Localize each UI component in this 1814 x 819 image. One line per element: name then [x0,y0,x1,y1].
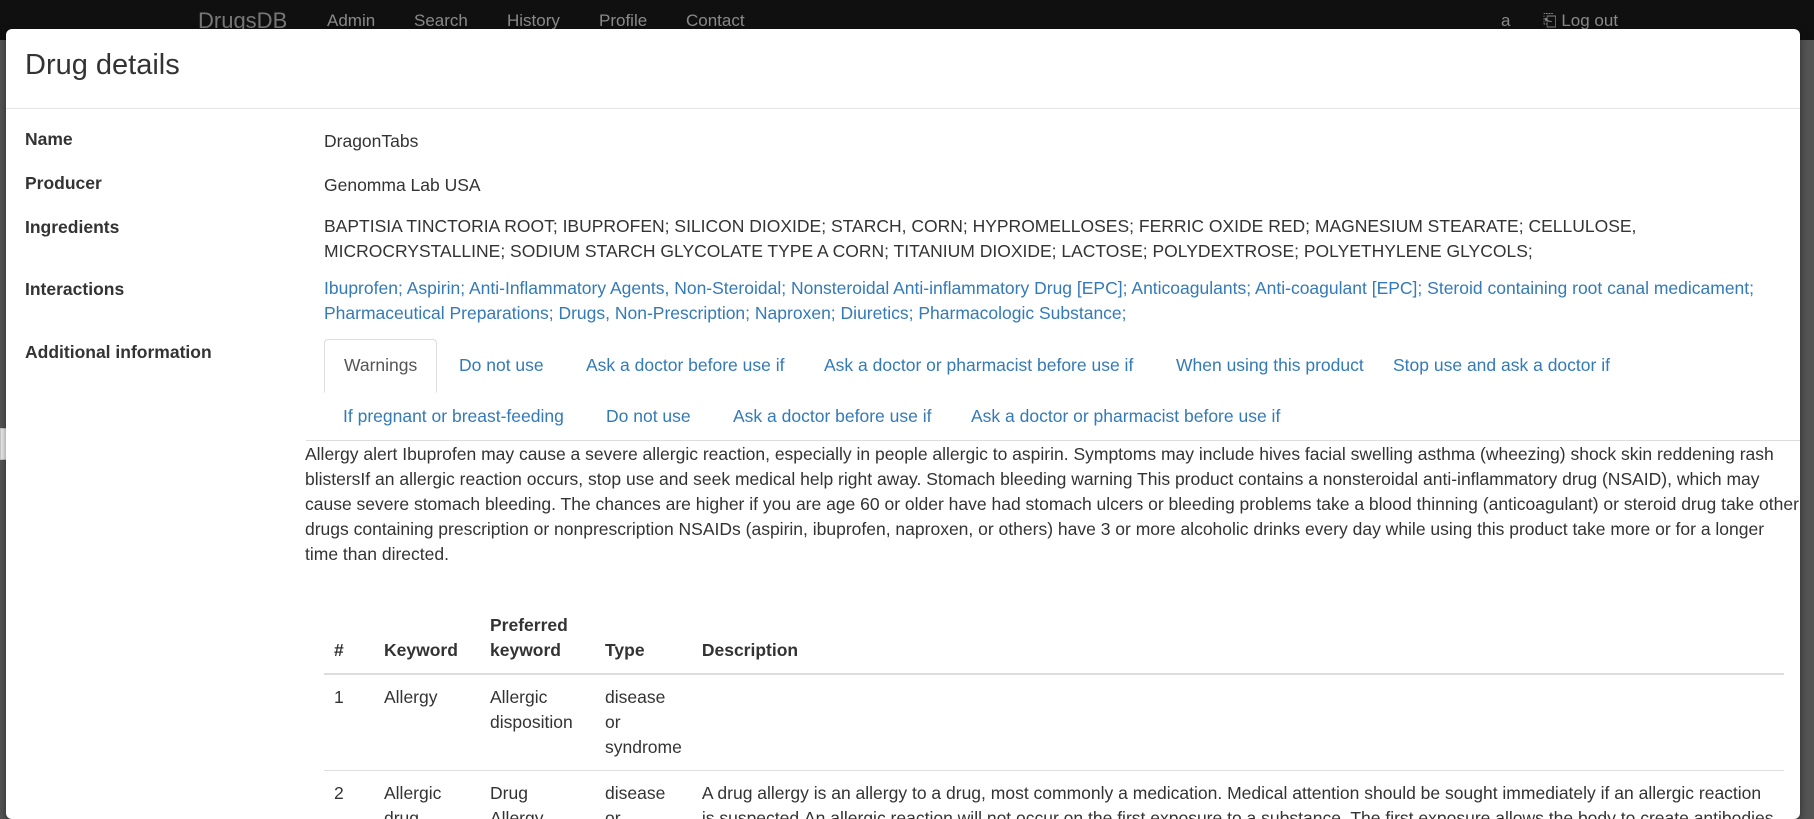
interaction-link[interactable]: Pharmaceutical Preparations; [324,303,554,323]
interaction-link[interactable]: Steroid containing root canal medicament… [1427,278,1754,298]
nav-link-admin[interactable]: Admin [327,11,375,31]
col-preferred-header: Preferred keyword [480,613,595,674]
cell-description: A drug allergy is an allergy to a drug, … [692,771,1784,819]
table-row: 2 Allergic drug Drug Allergy disease or … [324,771,1784,819]
interactions-label: Interactions [25,279,124,300]
logout-link[interactable]: ⎗ Log out [1543,11,1618,31]
cell-preferred: Drug Allergy [480,771,595,819]
nav-link-contact[interactable]: Contact [686,11,745,31]
interactions-list: Ibuprofen; Aspirin; Anti-Inflammatory Ag… [324,276,1774,326]
tab-ask-doctor-pharmacist[interactable]: Ask a doctor or pharmacist before use if [805,339,1152,391]
cell-preferred: Allergic disposition [480,674,595,771]
cell-num: 1 [324,674,374,771]
modal-title: Drug details [25,49,180,82]
col-type-header: Type [595,613,692,674]
interaction-link[interactable]: Naproxen; [755,303,836,323]
col-keyword-header: Keyword [374,613,480,674]
nav-link-search[interactable]: Search [414,11,468,31]
tab-stop-use[interactable]: Stop use and ask a doctor if [1374,339,1629,391]
producer-value: Genomma Lab USA [324,173,1774,198]
table-row: 1 Allergy Allergic disposition disease o… [324,674,1784,771]
logout-icon: ⎗ [1543,11,1557,30]
nav-link-history[interactable]: History [507,11,560,31]
cell-num: 2 [324,771,374,819]
interaction-link[interactable]: Anti-Inflammatory Agents, Non-Steroidal; [469,278,786,298]
tab-do-not-use-2[interactable]: Do not use [587,390,710,442]
tab-ask-doctor-pharmacist-2[interactable]: Ask a doctor or pharmacist before use if [952,390,1299,442]
cell-keyword: Allergy [374,674,480,771]
cell-keyword: Allergic drug [374,771,480,819]
tab-warnings[interactable]: Warnings [324,339,437,393]
ingredients-value: BAPTISIA TINCTORIA ROOT; IBUPROFEN; SILI… [324,214,1774,264]
nav-user-name[interactable]: a [1501,11,1510,31]
interaction-link[interactable]: Anti-coagulant [EPC]; [1255,278,1422,298]
interaction-link[interactable]: Aspirin; [407,278,465,298]
interaction-link[interactable]: Drugs, Non-Prescription; [558,303,750,323]
ingredients-label: Ingredients [25,217,119,238]
logout-label: Log out [1561,11,1618,30]
table-header-row: # Keyword Preferred keyword Type Descrip… [324,613,1784,674]
interaction-link[interactable]: Diuretics; [841,303,914,323]
interaction-link[interactable]: Pharmacologic Substance; [918,303,1126,323]
nav-link-profile[interactable]: Profile [599,11,647,31]
producer-label: Producer [25,173,102,194]
tab-ask-doctor-2[interactable]: Ask a doctor before use if [714,390,950,442]
keywords-table: # Keyword Preferred keyword Type Descrip… [324,613,1784,819]
cell-type: disease or [595,771,692,819]
name-value: DragonTabs [324,129,1774,154]
interaction-link[interactable]: Ibuprofen; [324,278,403,298]
interaction-link[interactable]: Nonsteroidal Anti-inflammatory Drug [EPC… [791,278,1128,298]
tab-when-using[interactable]: When using this product [1157,339,1383,391]
cell-description [692,674,1784,771]
modal-header: Drug details [6,29,1800,109]
tab-pregnant[interactable]: If pregnant or breast-feeding [324,390,583,442]
tab-divider [306,440,1800,441]
tab-ask-doctor[interactable]: Ask a doctor before use if [567,339,803,391]
name-label: Name [25,129,73,150]
interaction-link[interactable]: Anticoagulants; [1131,278,1251,298]
warnings-content: Allergy alert Ibuprofen may cause a seve… [305,442,1800,567]
cell-type: disease or syndrome [595,674,692,771]
drug-details-modal: Drug details Name DragonTabs Producer Ge… [6,29,1800,819]
col-num-header: # [324,613,374,674]
additional-info-label: Additional information [25,342,212,363]
tab-do-not-use[interactable]: Do not use [440,339,563,391]
col-description-header: Description [692,613,1784,674]
